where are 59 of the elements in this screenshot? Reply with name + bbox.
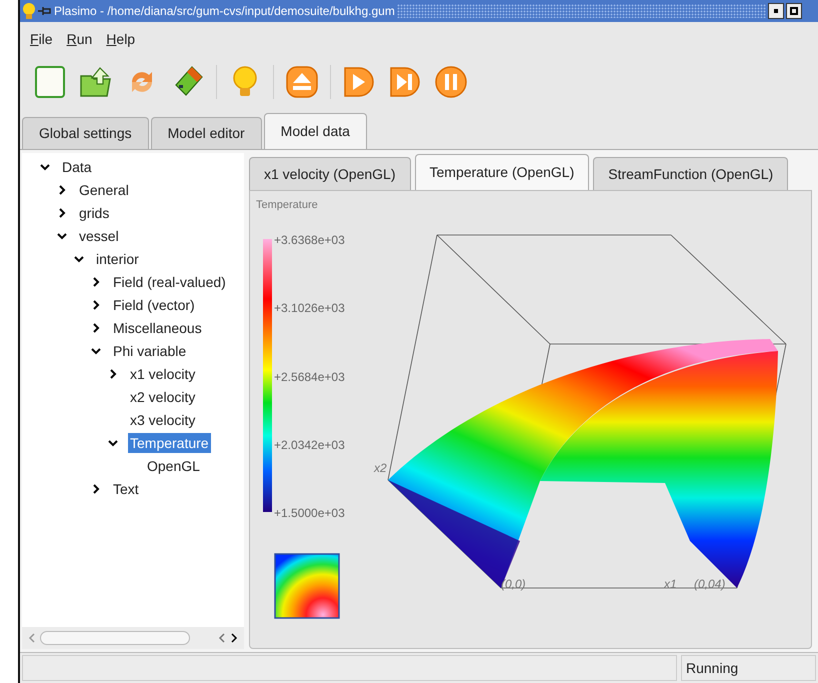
window-title: Plasimo - /home/diana/src/gum-cvs/input/demosuite/bulkhg.gum (54, 3, 395, 20)
chevron-down-icon[interactable] (108, 438, 118, 448)
chevron-right-icon[interactable] (57, 208, 67, 218)
blank-page-icon (32, 64, 68, 100)
plot-title: Temperature (256, 198, 318, 213)
chevron-down-icon[interactable] (57, 230, 67, 240)
tree-item[interactable]: grids (77, 202, 112, 222)
scale-label: +3.6368e+03 (274, 232, 345, 249)
toolbar-button[interactable] (32, 64, 68, 100)
tab[interactable]: Model data (264, 113, 367, 149)
tree-item[interactable]: Miscellaneous (111, 318, 204, 338)
tree-item[interactable]: Field (vector) (111, 294, 197, 314)
chevron-right-icon[interactable] (91, 276, 101, 286)
pause-icon (433, 64, 469, 100)
menu-item[interactable]: Help (106, 28, 136, 50)
tree-item[interactable]: vessel (77, 226, 121, 246)
tree-item[interactable]: x1 velocity (128, 364, 198, 384)
tree-item[interactable]: Phi variable (111, 340, 188, 360)
tab[interactable]: Global settings (22, 117, 149, 149)
chevron-down-icon[interactable] (91, 346, 101, 356)
tab[interactable]: Temperature (OpenGL) (414, 154, 590, 190)
tree-item[interactable]: OpenGL (145, 456, 202, 476)
tree-item[interactable]: Field (real-valued) (111, 272, 228, 292)
maximize-button[interactable] (786, 3, 802, 19)
horizontal-scrollbar[interactable] (22, 627, 244, 649)
tab[interactable]: StreamFunction (OpenGL) (593, 157, 788, 190)
chevron-down-icon[interactable] (74, 254, 84, 264)
tree-item[interactable]: Temperature (128, 432, 211, 452)
scroll-right-icon[interactable] (230, 633, 238, 643)
tab[interactable]: Model editor (150, 117, 262, 149)
chevron-right-icon[interactable] (57, 184, 67, 194)
tab[interactable]: x1 velocity (OpenGL) (249, 157, 410, 190)
tree-item[interactable]: x3 velocity (128, 410, 198, 430)
chevron-right-icon[interactable] (91, 322, 101, 332)
chevron-right-icon[interactable] (108, 368, 118, 378)
scale-label: +3.1026e+03 (274, 300, 345, 317)
scale-label: +1.5000e+03 (274, 505, 345, 522)
toolbar-button[interactable] (433, 64, 469, 100)
eject-icon (284, 64, 320, 100)
menu-item[interactable]: File (30, 28, 53, 50)
status-text: Running (681, 655, 816, 681)
chevron-right-icon[interactable] (91, 300, 101, 310)
pin-icon[interactable] (38, 6, 52, 16)
chevron-down-icon[interactable] (40, 162, 50, 172)
scale-label: +2.5684e+03 (274, 369, 345, 386)
tree-item[interactable]: Data (60, 156, 94, 176)
tree-item[interactable]: interior (94, 248, 141, 268)
axis-label: x2 (374, 460, 387, 477)
tree-item[interactable]: General (77, 180, 131, 200)
scale-label: +2.0342e+03 (274, 437, 345, 454)
minimize-button[interactable] (768, 3, 784, 19)
toolbar-button[interactable] (284, 64, 320, 100)
lightbulb-icon (22, 3, 36, 19)
thumbnail-drawing (274, 553, 340, 619)
chevron-right-icon[interactable] (91, 484, 101, 494)
tree-item[interactable]: Text (111, 478, 141, 498)
menu-item[interactable]: Run (66, 28, 92, 50)
scroll-left-icon[interactable] (218, 633, 226, 643)
tree-item[interactable]: x2 velocity (128, 386, 198, 406)
